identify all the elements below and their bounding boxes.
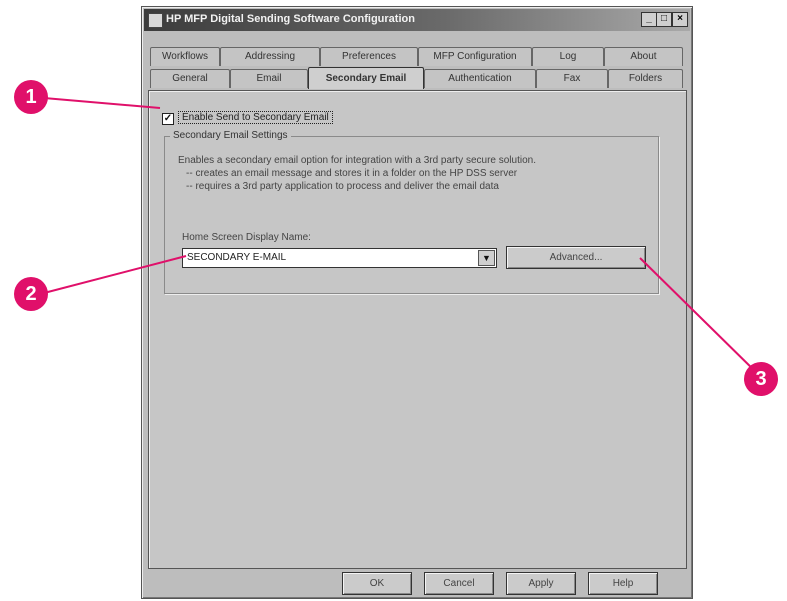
enable-secondary-email-label[interactable]: Enable Send to Secondary Email (178, 111, 333, 124)
callout-badge-3: 3 (744, 362, 778, 396)
window-title: HP MFP Digital Sending Software Configur… (166, 13, 415, 25)
cancel-button[interactable]: Cancel (424, 572, 494, 595)
tab-secondary-email[interactable]: Secondary Email (308, 67, 424, 89)
minimize-button[interactable]: _ (641, 12, 657, 27)
tab-fax[interactable]: Fax (536, 69, 608, 88)
tab-mfp-configuration[interactable]: MFP Configuration (418, 47, 532, 66)
app-icon (148, 13, 163, 28)
enable-secondary-email-checkbox[interactable]: ✓ (162, 113, 174, 125)
tab-general[interactable]: General (150, 69, 230, 88)
display-name-dropdown[interactable]: SECONDARY E-MAIL ▼ (182, 248, 497, 268)
description-line: Enables a secondary email option for int… (178, 155, 536, 166)
tab-log[interactable]: Log (532, 47, 604, 66)
tab-workflows[interactable]: Workflows (150, 47, 220, 66)
display-name-value: SECONDARY E-MAIL (187, 252, 287, 263)
configuration-window: HP MFP Digital Sending Software Configur… (141, 6, 693, 599)
ok-button[interactable]: OK (342, 572, 412, 595)
group-title: Secondary Email Settings (170, 130, 291, 141)
callout-badge-1: 1 (14, 80, 48, 114)
advanced-button[interactable]: Advanced... (506, 246, 646, 269)
description-line: -- creates an email message and stores i… (186, 168, 518, 179)
tab-row-back: Workflows Addressing Preferences MFP Con… (148, 47, 685, 67)
help-button[interactable]: Help (588, 572, 658, 595)
close-button[interactable]: × (672, 12, 688, 27)
tab-about[interactable]: About (604, 47, 683, 66)
apply-button[interactable]: Apply (506, 572, 576, 595)
tab-folders[interactable]: Folders (608, 69, 683, 88)
callout-badge-2: 2 (14, 277, 48, 311)
tab-row-front: General Email Secondary Email Authentica… (148, 67, 685, 89)
tab-email[interactable]: Email (230, 69, 308, 88)
display-name-label: Home Screen Display Name: (182, 232, 311, 243)
title-bar[interactable]: HP MFP Digital Sending Software Configur… (144, 9, 690, 31)
chevron-down-icon[interactable]: ▼ (478, 250, 495, 266)
maximize-button[interactable]: □ (656, 12, 672, 27)
tab-addressing[interactable]: Addressing (220, 47, 320, 66)
description-line: -- requires a 3rd party application to p… (186, 181, 499, 192)
tab-authentication[interactable]: Authentication (424, 69, 536, 88)
tab-preferences[interactable]: Preferences (320, 47, 418, 66)
